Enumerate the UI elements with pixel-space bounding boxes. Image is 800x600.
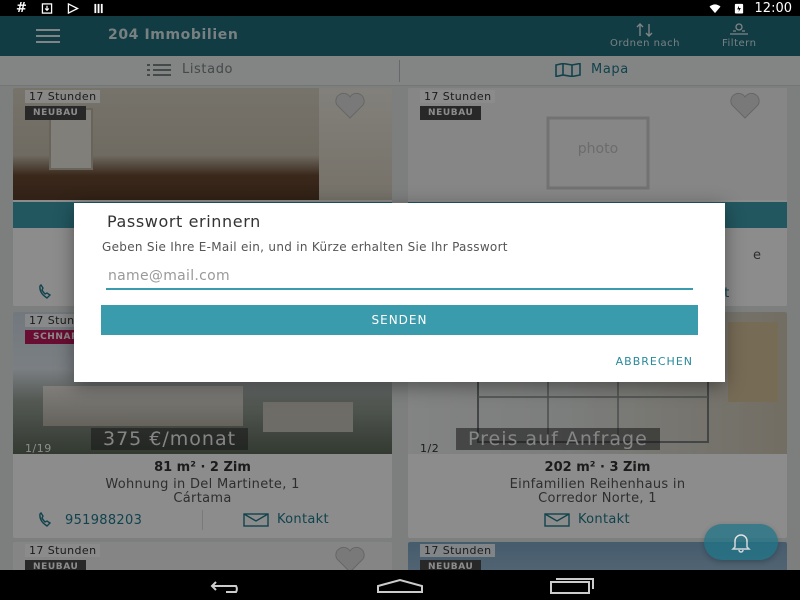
password-reminder-dialog: Passwort erinnern Geben Sie Ihre E-Mail … [74, 203, 725, 382]
home-icon [377, 578, 423, 593]
home-button[interactable] [376, 576, 424, 596]
download-icon [41, 2, 53, 14]
clock: 12:00 [754, 0, 792, 16]
cancel-button[interactable]: ABBRECHEN [616, 355, 693, 368]
system-nav-bar [0, 570, 800, 600]
dialog-title: Passwort erinnern [107, 212, 261, 231]
alert-fab[interactable] [704, 524, 778, 560]
back-button[interactable] [204, 576, 252, 596]
sim-icon [94, 3, 103, 13]
battery-icon [734, 3, 743, 14]
recents-button[interactable] [548, 576, 596, 596]
recents-icon [550, 578, 594, 594]
dialog-message: Geben Sie Ihre E-Mail ein, und in Kürze … [102, 240, 508, 254]
bell-icon [731, 534, 751, 553]
status-bar: # 12:00 [0, 0, 800, 16]
email-field[interactable] [106, 264, 693, 290]
wifi-icon [709, 3, 721, 13]
hash-icon: # [16, 0, 27, 16]
back-icon [210, 581, 238, 593]
play-store-icon [67, 2, 79, 14]
send-button[interactable]: SENDEN [101, 305, 698, 335]
